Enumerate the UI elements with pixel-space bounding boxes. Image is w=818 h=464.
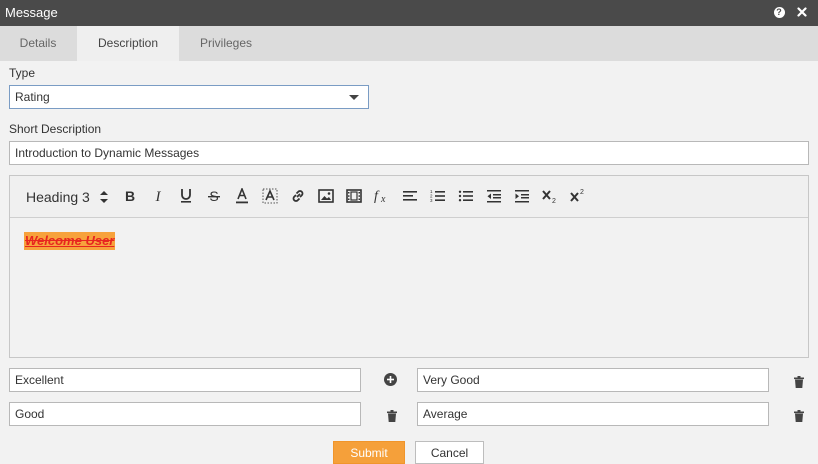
svg-text:2: 2 xyxy=(552,198,556,204)
svg-text:f: f xyxy=(374,189,380,204)
heading-select-value: Heading 3 xyxy=(26,188,90,205)
rating-input-good[interactable]: Good xyxy=(9,402,361,426)
unordered-list-icon[interactable] xyxy=(456,186,476,206)
chevron-down-icon xyxy=(349,95,359,100)
cancel-button[interactable]: Cancel xyxy=(415,441,484,464)
highlight-icon[interactable] xyxy=(260,186,280,206)
svg-text:x: x xyxy=(380,194,386,204)
underline-icon[interactable] xyxy=(176,186,196,206)
editor-toolbar: Heading 3 B I S fx xyxy=(10,176,808,218)
rating-input-excellent[interactable]: Excellent xyxy=(9,368,361,392)
strikethrough-icon[interactable]: S xyxy=(204,186,224,206)
short-description-value: Introduction to Dynamic Messages xyxy=(15,146,200,160)
svg-text:2: 2 xyxy=(580,189,584,196)
editor-content-area[interactable]: Welcome User xyxy=(10,218,808,357)
italic-icon[interactable]: I xyxy=(148,186,168,206)
window-title: Message xyxy=(5,5,58,20)
video-icon[interactable] xyxy=(344,186,364,206)
trash-icon[interactable] xyxy=(792,375,806,389)
short-description-input[interactable]: Introduction to Dynamic Messages xyxy=(9,141,809,165)
type-select-value: Rating xyxy=(15,90,50,104)
outdent-icon[interactable] xyxy=(484,186,504,206)
rating-input-average[interactable]: Average xyxy=(417,402,769,426)
svg-text:B: B xyxy=(125,189,135,203)
close-icon[interactable] xyxy=(796,6,808,18)
indent-icon[interactable] xyxy=(512,186,532,206)
link-icon[interactable] xyxy=(288,186,308,206)
svg-text:3: 3 xyxy=(430,198,433,203)
rating-input-very-good[interactable]: Very Good xyxy=(417,368,769,392)
short-description-label: Short Description xyxy=(9,122,102,136)
title-bar: Message ? xyxy=(0,0,818,26)
tab-details[interactable]: Details xyxy=(0,26,76,61)
rich-text-editor: Heading 3 B I S fx xyxy=(9,175,809,358)
image-icon[interactable] xyxy=(316,186,336,206)
tab-bar: Details Description Privileges xyxy=(0,26,818,61)
align-icon[interactable] xyxy=(400,186,420,206)
type-label: Type xyxy=(9,66,36,80)
trash-icon[interactable] xyxy=(792,409,806,423)
trash-icon[interactable] xyxy=(385,409,399,423)
formula-icon[interactable]: fx xyxy=(372,186,392,206)
superscript-icon[interactable]: 2 xyxy=(568,186,588,206)
tab-description[interactable]: Description xyxy=(77,26,179,61)
ordered-list-icon[interactable]: 123 xyxy=(428,186,448,206)
plus-circle-icon[interactable] xyxy=(383,372,397,386)
subscript-icon[interactable]: 2 xyxy=(540,186,560,206)
tab-privileges[interactable]: Privileges xyxy=(180,26,272,61)
type-select[interactable]: Rating xyxy=(9,85,369,109)
text-color-icon[interactable] xyxy=(232,186,252,206)
svg-text:I: I xyxy=(155,189,162,203)
help-icon[interactable]: ? xyxy=(773,6,785,18)
select-arrows-icon xyxy=(99,190,108,203)
submit-button[interactable]: Submit xyxy=(333,441,405,464)
bold-icon[interactable]: B xyxy=(120,186,140,206)
editor-content-text: Welcome User xyxy=(24,232,116,250)
heading-select[interactable]: Heading 3 xyxy=(26,188,108,205)
